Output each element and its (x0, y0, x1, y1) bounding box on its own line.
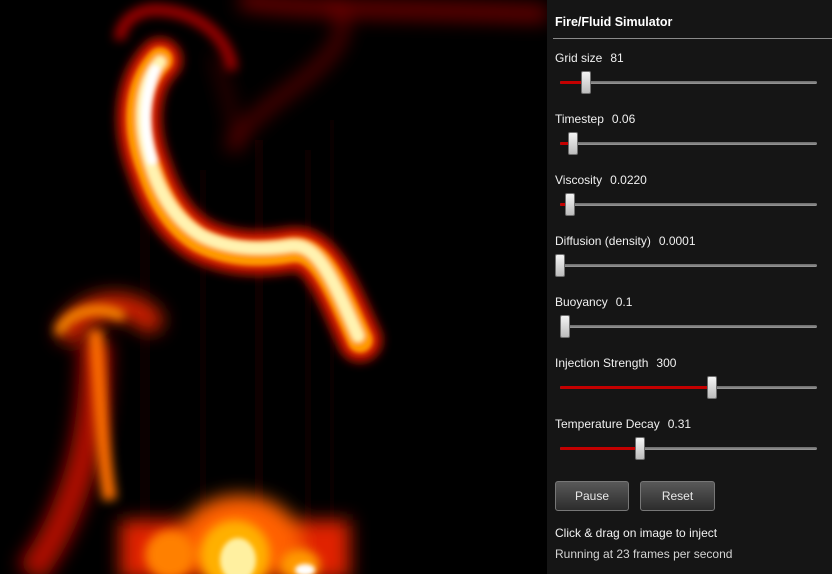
buoyancy-value: 0.1 (615, 295, 633, 309)
diffusion-slider[interactable] (555, 254, 817, 277)
viscosity-slider-thumb[interactable] (565, 193, 576, 216)
temperature-decay-value: 0.31 (667, 417, 692, 431)
injection-strength-label: Injection Strength 300 (555, 356, 676, 370)
grid-size-label-text: Grid size (555, 51, 603, 65)
buoyancy-label: Buoyancy 0.1 (555, 295, 632, 309)
temperature-decay-slider-fill (560, 447, 640, 450)
injection-strength-slider[interactable] (560, 376, 817, 399)
panel-title: Fire/Fluid Simulator (555, 15, 673, 29)
viscosity-slider[interactable] (560, 193, 817, 216)
injection-strength-slider-thumb[interactable] (706, 376, 717, 399)
fire-rendering (0, 0, 547, 574)
buoyancy-slider[interactable] (560, 315, 817, 338)
grid-size-value: 81 (610, 51, 624, 65)
grid-size-slider-thumb[interactable] (580, 71, 591, 94)
pause-button[interactable]: Pause (555, 481, 629, 511)
timestep-slider-thumb[interactable] (567, 132, 578, 155)
temperature-decay-slider[interactable] (560, 437, 817, 460)
temperature-decay-slider-thumb[interactable] (634, 437, 645, 460)
diffusion-label-text: Diffusion (density) (555, 234, 651, 248)
simulation-canvas[interactable] (0, 0, 547, 574)
diffusion-label: Diffusion (density) 0.0001 (555, 234, 696, 248)
injection-strength-value: 300 (656, 356, 677, 370)
diffusion-slider-thumb[interactable] (555, 254, 565, 277)
timestep-value: 0.06 (611, 112, 636, 126)
buoyancy-label-text: Buoyancy (555, 295, 608, 309)
timestep-label-text: Timestep (555, 112, 604, 126)
injection-strength-label-text: Injection Strength (555, 356, 649, 370)
control-panel: Fire/Fluid Simulator Grid size 81 Timeste… (547, 0, 832, 574)
viscosity-label-text: Viscosity (555, 173, 603, 187)
grid-size-slider[interactable] (560, 71, 817, 94)
viscosity-value: 0.0220 (610, 173, 647, 187)
diffusion-value: 0.0001 (658, 234, 696, 248)
reset-button[interactable]: Reset (640, 481, 715, 511)
temperature-decay-label: Temperature Decay 0.31 (555, 417, 691, 431)
buoyancy-slider-thumb[interactable] (560, 315, 571, 338)
injection-strength-slider-fill (560, 386, 712, 389)
title-divider (553, 38, 832, 39)
fps-status: Running at 23 frames per second (555, 547, 733, 561)
temperature-decay-label-text: Temperature Decay (555, 417, 660, 431)
timestep-label: Timestep 0.06 (555, 112, 635, 126)
grid-size-label: Grid size 81 (555, 51, 624, 65)
timestep-slider[interactable] (560, 132, 817, 155)
inject-hint: Click & drag on image to inject (555, 526, 718, 540)
viscosity-label: Viscosity 0.0220 (555, 173, 647, 187)
